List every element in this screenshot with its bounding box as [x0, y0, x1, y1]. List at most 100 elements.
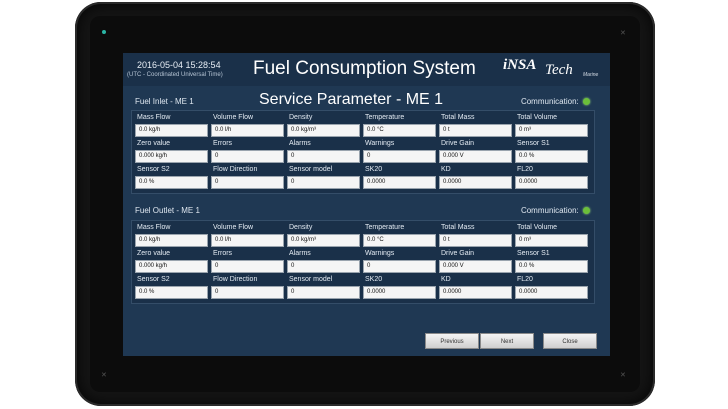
parameter-label: Alarms	[289, 140, 311, 147]
parameter-cell: Flow Direction 0	[211, 276, 287, 302]
parameter-cell: Volume Flow 0.0 l/h	[211, 224, 287, 250]
parameter-label: KD	[441, 166, 451, 173]
parameter-label: Flow Direction	[213, 166, 258, 173]
parameter-value-field: 0.0000	[515, 176, 588, 189]
parameter-label: Total Volume	[517, 114, 558, 121]
parameter-cell: Mass Flow 0.0 kg/h	[135, 114, 211, 140]
parameter-cell: Sensor S1 0.0 %	[515, 250, 591, 276]
screw-icon: ✕	[101, 372, 107, 379]
parameter-value-field: 0	[287, 260, 360, 273]
parameter-panel-inlet: Mass Flow 0.0 kg/h Volume Flow 0.0 l/h Densi…	[131, 110, 595, 194]
parameter-value-field: 0.000 V	[439, 150, 512, 163]
parameter-value-field: 0.0 l/h	[211, 234, 284, 247]
parameter-value-field: 0.0000	[439, 286, 512, 299]
logo-tech-text: Tech	[545, 62, 573, 78]
parameter-cell: Warnings 0	[363, 250, 439, 276]
parameter-value-field: 0.0 kg/h	[135, 234, 208, 247]
screw-icon: ✕	[620, 30, 626, 37]
parameter-label: Sensor model	[289, 276, 333, 283]
screw-icon: ✕	[620, 372, 626, 379]
parameter-cell: Sensor S1 0.0 %	[515, 140, 591, 166]
parameter-value-field: 0.000 kg/h	[135, 150, 208, 163]
parameter-value-field: 0.0000	[363, 176, 436, 189]
page-title: Service Parameter - ME 1	[259, 91, 444, 108]
parameter-cell: Drive Gain 0.000 V	[439, 250, 515, 276]
parameter-value-field: 0.0 %	[515, 260, 588, 273]
parameter-cell: SK20 0.0000	[363, 276, 439, 302]
parameter-cell: Volume Flow 0.0 l/h	[211, 114, 287, 140]
parameter-cell: Alarms 0	[287, 140, 363, 166]
parameter-label: Warnings	[365, 250, 395, 257]
section-label-inlet: Fuel Inlet - ME 1	[135, 97, 194, 106]
parameter-label: Zero value	[137, 140, 171, 147]
parameter-cell: Mass Flow 0.0 kg/h	[135, 224, 211, 250]
parameter-cell: Total Mass 0 t	[439, 224, 515, 250]
parameter-value-field: 0 m³	[515, 124, 588, 137]
datetime-display: 2016-05-04 15:28:54	[137, 60, 221, 70]
parameter-label: KD	[441, 276, 451, 283]
parameter-label: Mass Flow	[137, 114, 171, 121]
comm-label: Communication:	[520, 97, 579, 106]
parameter-label: Errors	[213, 140, 233, 147]
parameter-label: Total Mass	[441, 224, 475, 231]
close-button[interactable]: Close	[543, 333, 597, 349]
parameter-value-field: 0.0000	[515, 286, 588, 299]
parameter-cell: Errors 0	[211, 140, 287, 166]
hmi-screen: 2016-05-04 15:28:54 (UTC - Coordinated U…	[123, 53, 610, 356]
parameter-label: Volume Flow	[213, 114, 254, 121]
parameter-cell: Total Volume 0 m³	[515, 114, 591, 140]
parameter-value-field: 0.0 l/h	[211, 124, 284, 137]
parameter-cell: Zero value 0.000 kg/h	[135, 140, 211, 166]
parameter-label: Sensor S1	[517, 140, 550, 147]
parameter-cell: Flow Direction 0	[211, 166, 287, 192]
parameter-cell: SK20 0.0000	[363, 166, 439, 192]
parameter-cell: KD 0.0000	[439, 276, 515, 302]
parameter-value-field: 0.0000	[363, 286, 436, 299]
status-led-icon	[583, 98, 590, 106]
parameter-label: Temperature	[365, 114, 405, 121]
logo-marine-text: Marine	[583, 72, 599, 78]
parameter-value-field: 0.0 %	[135, 286, 208, 299]
next-button[interactable]: Next	[480, 333, 534, 349]
parameter-label: FL20	[517, 166, 533, 173]
parameter-label: Total Mass	[441, 114, 475, 121]
parameter-label: FL20	[517, 276, 533, 283]
parameter-value-field: 0.000 kg/h	[135, 260, 208, 273]
parameter-value-field: 0.0 %	[135, 176, 208, 189]
parameter-cell: Total Mass 0 t	[439, 114, 515, 140]
parameter-label: Sensor S1	[517, 250, 550, 257]
parameter-value-field: 0	[363, 150, 436, 163]
parameter-label: Density	[289, 224, 313, 231]
parameter-cell: FL20 0.0000	[515, 276, 591, 302]
comm-label: Communication:	[520, 206, 579, 215]
parameter-label: Temperature	[365, 224, 405, 231]
logo-main-text: iNSA	[503, 57, 537, 73]
parameter-label: SK20	[365, 276, 383, 283]
parameter-label: Drive Gain	[441, 250, 475, 257]
parameter-cell: Sensor S2 0.0 %	[135, 166, 211, 192]
app-title: Fuel Consumption System	[253, 58, 476, 79]
parameter-cell: Density 0.0 kg/m³	[287, 224, 363, 250]
previous-button[interactable]: Previous	[425, 333, 479, 349]
parameter-label: Drive Gain	[441, 140, 475, 147]
parameter-label: Flow Direction	[213, 276, 258, 283]
parameter-cell: Zero value 0.000 kg/h	[135, 250, 211, 276]
parameter-label: Total Volume	[517, 224, 558, 231]
parameter-value-field: 0	[363, 260, 436, 273]
parameter-cell: Sensor model 0	[287, 166, 363, 192]
parameter-label: Warnings	[365, 140, 395, 147]
parameter-value-field: 0 m³	[515, 234, 588, 247]
parameter-value-field: 0.0 °C	[363, 124, 436, 137]
parameter-value-field: 0	[211, 260, 284, 273]
section-label-outlet: Fuel Outlet - ME 1	[135, 206, 200, 215]
parameter-cell: FL20 0.0000	[515, 166, 591, 192]
parameter-value-field: 0.000 V	[439, 260, 512, 273]
parameter-value-field: 0.0 %	[515, 150, 588, 163]
timezone-label: (UTC - Coordinated Universal Time)	[127, 72, 223, 78]
parameter-value-field: 0.0 kg/m³	[287, 124, 360, 137]
parameter-label: Sensor S2	[137, 276, 170, 283]
parameter-cell: Total Volume 0 m³	[515, 224, 591, 250]
parameter-label: Zero value	[137, 250, 171, 257]
comm-status-outlet: Communication:	[521, 206, 590, 215]
parameter-value-field: 0.0 °C	[363, 234, 436, 247]
